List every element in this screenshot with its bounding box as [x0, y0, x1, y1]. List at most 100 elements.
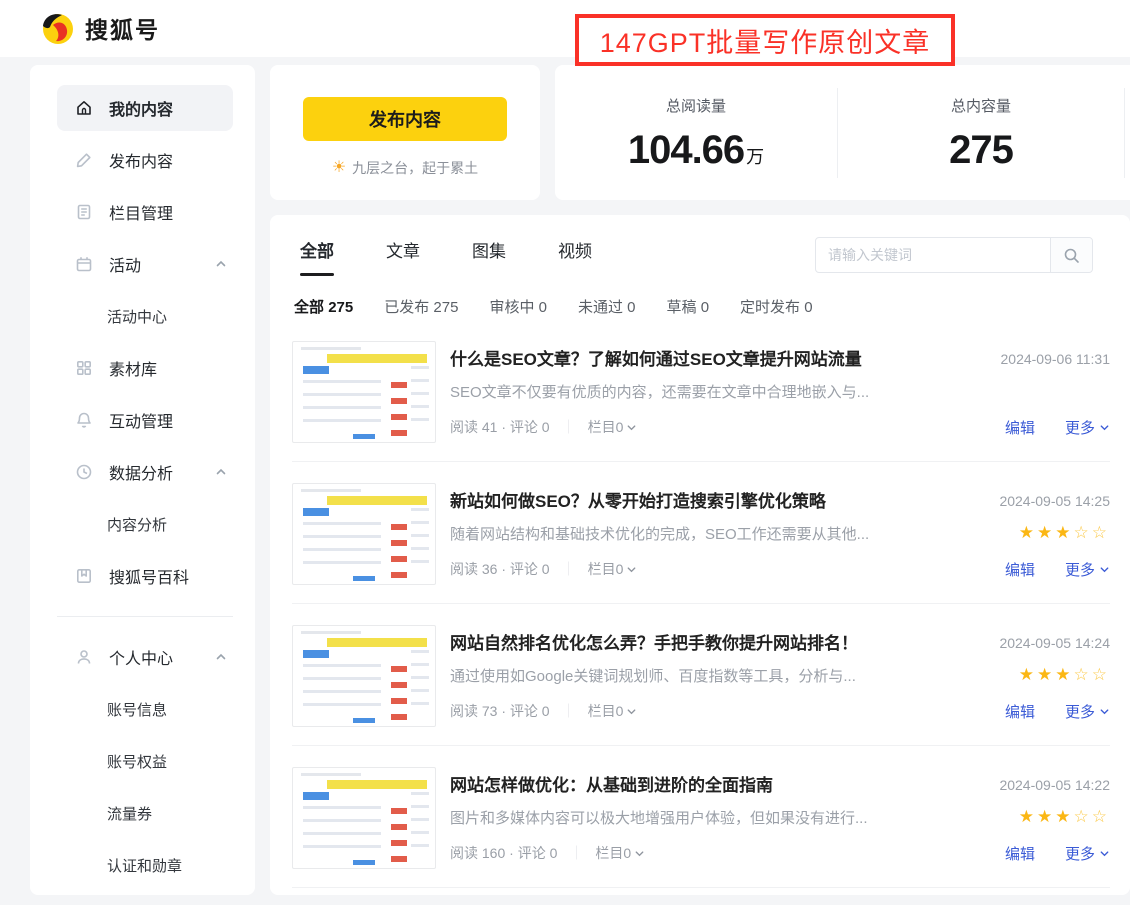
sidebar-item-certification[interactable]: 认证和勋章	[30, 839, 255, 891]
clock-icon	[75, 463, 93, 481]
publish-content-button[interactable]: 发布内容	[303, 97, 507, 141]
article-thumbnail[interactable]	[292, 341, 436, 443]
more-button[interactable]: 更多	[1065, 843, 1110, 864]
content-tabs: 全部 文章 图集 视频	[300, 237, 592, 276]
edit-button[interactable]: 编辑	[1005, 417, 1035, 438]
article-actions: 编辑 更多	[1005, 843, 1110, 864]
filter-rejected[interactable]: 未通过 0	[578, 296, 636, 317]
sidebar-item-label: 数据分析	[109, 460, 173, 484]
column-selector[interactable]: 栏目0	[588, 701, 638, 721]
more-button[interactable]: 更多	[1065, 417, 1110, 438]
edit-button[interactable]: 编辑	[1005, 701, 1035, 722]
sidebar-item-label: 活动中心	[107, 306, 167, 327]
sohu-fox-icon	[40, 10, 76, 46]
sidebar-divider	[57, 616, 233, 617]
rating-stars: ★★★☆☆	[1019, 665, 1110, 685]
filter-published[interactable]: 已发布 275	[384, 296, 458, 317]
sidebar-item-my-content[interactable]: 我的内容	[30, 82, 255, 134]
reads-comments: 阅读 73 · 评论 0	[450, 701, 550, 721]
sidebar-item-label: 流量券	[107, 803, 152, 824]
chevron-down-icon	[1099, 564, 1110, 575]
article-actions: 编辑 更多	[1005, 417, 1110, 438]
sidebar-item-columns[interactable]: 栏目管理	[30, 186, 255, 238]
article-actions: 编辑 更多	[1005, 559, 1110, 580]
article-meta: 阅读 73 · 评论 0 ｜ 栏目0	[450, 701, 637, 721]
meta-divider: ｜	[569, 843, 583, 863]
stat-unit: 万	[746, 147, 764, 167]
article-thumbnail[interactable]	[292, 767, 436, 869]
more-button[interactable]: 更多	[1065, 559, 1110, 580]
sidebar-item-label: 栏目管理	[109, 200, 173, 224]
sidebar-item-label: 搜狐号百科	[109, 564, 189, 588]
sidebar-item-interaction[interactable]: 互动管理	[30, 394, 255, 446]
tab-galleries[interactable]: 图集	[472, 237, 506, 276]
filter-scheduled[interactable]: 定时发布 0	[740, 296, 813, 317]
more-button[interactable]: 更多	[1065, 701, 1110, 722]
logo-text: 搜狐号	[85, 11, 160, 45]
article-right-column: 2024-09-06 11:31 编辑 更多	[950, 337, 1110, 479]
article-thumbnail[interactable]	[292, 625, 436, 727]
sidebar-item-traffic-voucher[interactable]: 流量券	[30, 787, 255, 839]
sidebar-item-content-analysis[interactable]: 内容分析	[30, 498, 255, 550]
edit-button[interactable]: 编辑	[1005, 559, 1035, 580]
sidebar-item-label: 发布内容	[109, 148, 173, 172]
column-selector[interactable]: 栏目0	[595, 843, 645, 863]
filter-drafts[interactable]: 草稿 0	[667, 296, 710, 317]
sidebar-item-data-analysis[interactable]: 数据分析	[30, 446, 255, 498]
rating-stars: ★★★☆☆	[1019, 523, 1110, 543]
chevron-down-icon	[1099, 848, 1110, 859]
chevron-up-icon[interactable]	[215, 651, 227, 663]
sidebar-item-label: 素材库	[109, 356, 157, 380]
tab-videos[interactable]: 视频	[558, 237, 592, 276]
sohu-logo[interactable]: 搜狐号	[40, 10, 160, 46]
sidebar-item-account-info[interactable]: 账号信息	[30, 683, 255, 735]
search-icon	[1063, 247, 1080, 264]
reads-comments: 阅读 36 · 评论 0	[450, 559, 550, 579]
meta-divider: ｜	[562, 559, 576, 579]
sidebar-item-label: 活动	[109, 252, 141, 276]
chevron-down-icon	[1099, 422, 1110, 433]
tab-all[interactable]: 全部	[300, 237, 334, 276]
sidebar-item-encyclopedia[interactable]: 搜狐号百科	[30, 550, 255, 602]
reads-comments: 阅读 160 · 评论 0	[450, 843, 557, 863]
filter-all[interactable]: 全部 275	[294, 296, 353, 317]
column-selector[interactable]: 栏目0	[588, 417, 638, 437]
document-icon	[75, 203, 93, 221]
search-input[interactable]	[816, 238, 1050, 272]
article-date: 2024-09-05 14:22	[999, 777, 1110, 793]
calendar-icon	[75, 255, 93, 273]
sidebar-item-label: 认证和勋章	[107, 855, 182, 876]
status-filters: 全部 275 已发布 275 审核中 0 未通过 0 草稿 0 定时发布 0	[294, 296, 813, 317]
sidebar-item-account-benefits[interactable]: 账号权益	[30, 735, 255, 787]
article-meta: 阅读 36 · 评论 0 ｜ 栏目0	[450, 559, 637, 579]
stats-card: 总阅读量 104.66万 总内容量 275	[555, 65, 1130, 200]
sidebar-item-material-library[interactable]: 素材库	[30, 342, 255, 394]
article-thumbnail[interactable]	[292, 483, 436, 585]
chevron-up-icon[interactable]	[215, 466, 227, 478]
annotation-text: 147GPT批量写作原创文章	[600, 21, 931, 60]
filter-in-review[interactable]: 审核中 0	[489, 296, 547, 317]
sidebar-item-activities[interactable]: 活动	[30, 238, 255, 290]
sidebar-item-publish[interactable]: 发布内容	[30, 134, 255, 186]
sidebar: 我的内容 发布内容 栏目管理 活动 活动中心	[30, 65, 255, 895]
search-button[interactable]	[1050, 238, 1092, 272]
home-icon	[75, 99, 93, 117]
article-right-column: 2024-09-05 14:22 ★★★☆☆ 编辑 更多	[950, 763, 1110, 905]
chevron-up-icon[interactable]	[215, 258, 227, 270]
sidebar-item-activity-center[interactable]: 活动中心	[30, 290, 255, 342]
edit-button[interactable]: 编辑	[1005, 843, 1035, 864]
sidebar-item-label: 内容分析	[107, 514, 167, 535]
bell-icon	[75, 411, 93, 429]
article-meta: 阅读 41 · 评论 0 ｜ 栏目0	[450, 417, 637, 437]
sidebar-item-label: 个人中心	[109, 645, 173, 669]
sidebar-item-label: 账号权益	[107, 751, 167, 772]
sidebar-item-personal-center[interactable]: 个人中心	[30, 631, 255, 683]
sidebar-item-label: 我的内容	[109, 96, 173, 120]
column-selector[interactable]: 栏目0	[588, 559, 638, 579]
tab-articles[interactable]: 文章	[386, 237, 420, 276]
article-date: 2024-09-06 11:31	[1001, 351, 1111, 367]
chevron-down-icon	[1099, 706, 1110, 717]
stats-divider	[1124, 88, 1125, 178]
user-icon	[75, 648, 93, 666]
sun-icon: ☀	[332, 160, 346, 176]
